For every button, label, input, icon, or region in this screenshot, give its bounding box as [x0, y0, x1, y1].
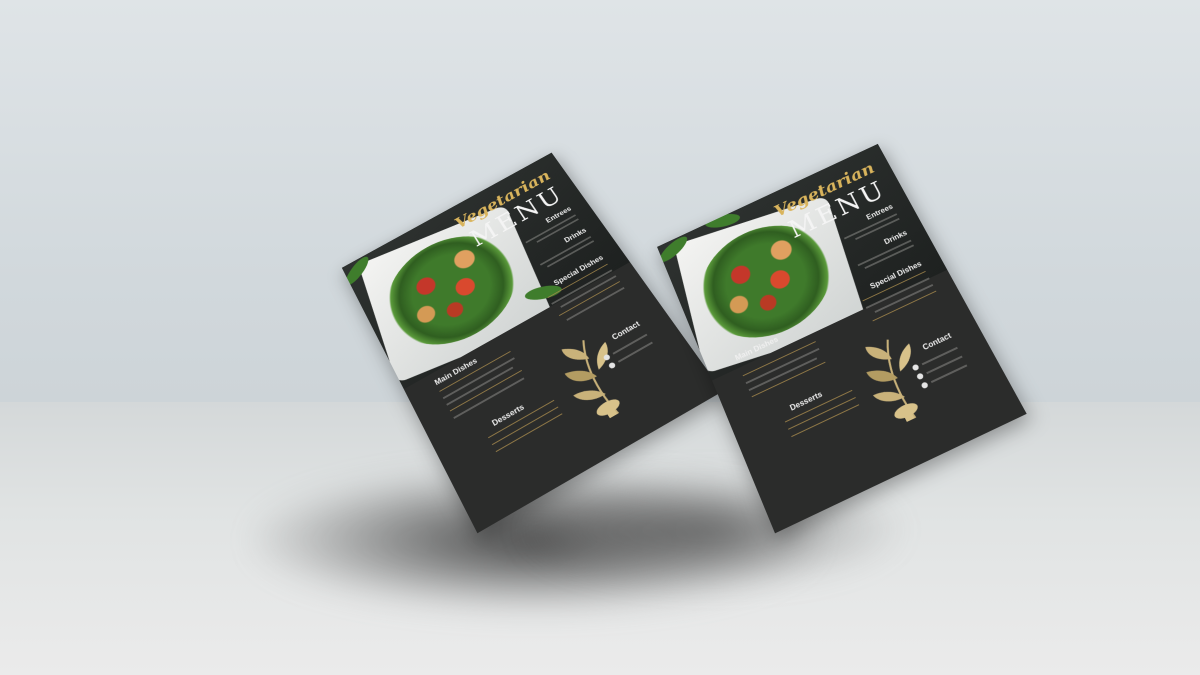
divider	[449, 369, 522, 412]
section-desserts: Desserts	[490, 402, 526, 428]
section-desserts: Desserts	[788, 389, 824, 413]
menu-text-line	[748, 357, 818, 392]
mockup-scene: Vegetarian MENU Entrees Drinks Special D…	[0, 0, 1200, 675]
divider	[791, 404, 860, 438]
